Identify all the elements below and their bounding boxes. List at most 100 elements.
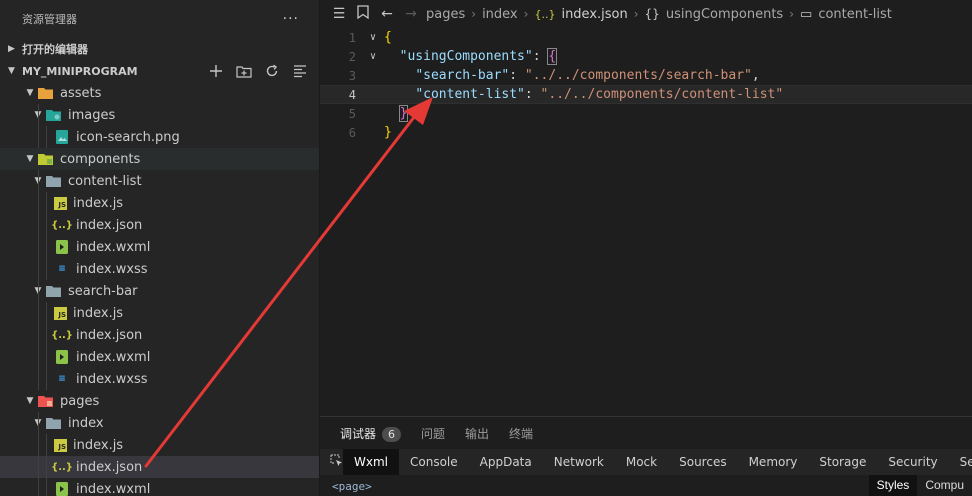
code-line: 2 ∨ "usingComponents": { xyxy=(320,47,972,66)
code-colon: : xyxy=(532,49,549,64)
line-number: 1 xyxy=(348,30,356,45)
breadcrumb-item-usingcomponents[interactable]: usingComponents xyxy=(666,7,783,22)
devtab-security[interactable]: Security xyxy=(877,449,948,475)
tree-label: content-list xyxy=(68,173,142,189)
tree-label: icon-search.png xyxy=(76,129,180,145)
code-key: "usingComponents" xyxy=(399,49,533,64)
forward-arrow-icon[interactable]: → xyxy=(402,6,420,22)
devtab-appdata[interactable]: AppData xyxy=(469,449,543,475)
breadcrumb-item-index[interactable]: index xyxy=(482,7,518,22)
tree-folder-assets[interactable]: ▼ assets xyxy=(0,82,319,104)
chevron-down-icon: ▼ xyxy=(8,66,15,76)
new-folder-icon[interactable] xyxy=(235,62,253,80)
explorer-header: 资源管理器 ··· xyxy=(0,0,319,38)
json-file-icon: {..} xyxy=(51,461,73,473)
tab-computed[interactable]: Compu xyxy=(917,475,972,496)
chevron-down-icon: ▼ xyxy=(26,88,34,98)
tree-folder-index[interactable]: ▼ index xyxy=(0,412,319,434)
code-line: 1 ∨ { xyxy=(320,28,972,47)
tree-file-index-wxss[interactable]: ≡ index.wxss xyxy=(0,368,319,390)
code-brace: { xyxy=(547,48,558,65)
devtab-sensor[interactable]: Sen xyxy=(949,449,972,475)
code-comma: , xyxy=(751,68,760,83)
tree-folder-search-bar[interactable]: ▼ search-bar xyxy=(0,280,319,302)
tree-folder-components[interactable]: ▼ components xyxy=(0,148,319,170)
components-folder-icon xyxy=(38,151,54,167)
tree-label: index.wxss xyxy=(76,371,148,387)
tree-file-index-json[interactable]: {..} index.json xyxy=(0,324,319,346)
tree-file-index-js[interactable]: JS index.js xyxy=(0,302,319,324)
open-editors-section[interactable]: ▶ 打开的编辑器 xyxy=(0,38,319,60)
code-line: 3 "search-bar": "../../components/search… xyxy=(320,66,972,85)
chevron-down-icon: ▼ xyxy=(26,396,34,406)
image-folder-icon xyxy=(46,107,62,123)
devtab-network[interactable]: Network xyxy=(543,449,615,475)
tree-file-index-json[interactable]: {..} index.json xyxy=(0,214,319,236)
tree-file-index-wxss[interactable]: ≡ index.wxss xyxy=(0,258,319,280)
explorer-sidebar: 资源管理器 ··· ▶ 打开的编辑器 ▼ MY_MINIPROGRAM ▼ as… xyxy=(0,0,320,496)
list-icon[interactable]: ☰ xyxy=(330,6,348,22)
tab-label: 调试器 xyxy=(340,426,377,441)
collapse-all-icon[interactable] xyxy=(291,62,309,80)
tree-file-index-wxml[interactable]: index.wxml xyxy=(0,236,319,258)
tree-file-index-js[interactable]: JS index.js xyxy=(0,192,319,214)
js-file-icon: JS xyxy=(54,196,67,210)
new-file-icon[interactable] xyxy=(207,62,225,80)
tree-label: index.json xyxy=(76,459,143,475)
devtab-memory[interactable]: Memory xyxy=(738,449,809,475)
tab-debugger[interactable]: 调试器 6 xyxy=(340,425,402,442)
tree-file-icon-search[interactable]: icon-search.png xyxy=(0,126,319,148)
refresh-icon[interactable] xyxy=(263,62,281,80)
tree-label: pages xyxy=(60,393,100,409)
fold-chevron-icon[interactable]: ∨ xyxy=(362,32,384,43)
devtools-tabs: Wxml Console AppData Network Mock Source… xyxy=(320,449,972,475)
code-area[interactable]: 1 ∨ { 2 ∨ "usingComponents": { 3 "search… xyxy=(320,28,972,142)
code-line: 5 } xyxy=(320,104,972,123)
back-arrow-icon[interactable]: ← xyxy=(378,6,396,22)
tree-folder-images[interactable]: ▼ images xyxy=(0,104,319,126)
pages-folder-icon xyxy=(38,393,54,409)
tab-styles[interactable]: Styles xyxy=(868,475,918,496)
tab-terminal[interactable]: 终端 xyxy=(509,425,533,442)
bookmark-icon[interactable] xyxy=(354,5,372,23)
code-brace: } xyxy=(398,105,409,122)
devtab-wxml[interactable]: Wxml xyxy=(343,449,399,475)
wxml-node-page[interactable]: <page> xyxy=(332,480,372,493)
code-key: "search-bar" xyxy=(415,68,510,83)
tree-file-index-wxml[interactable]: index.wxml xyxy=(0,478,319,496)
wxss-file-icon: ≡ xyxy=(58,264,66,274)
devtab-sources[interactable]: Sources xyxy=(668,449,737,475)
more-actions-icon[interactable]: ··· xyxy=(283,11,299,27)
tree-label: index.json xyxy=(76,217,143,233)
tab-output[interactable]: 输出 xyxy=(465,425,489,442)
chevron-right-icon: › xyxy=(633,7,639,21)
tree-file-index-json-selected[interactable]: {..} index.json xyxy=(0,456,319,478)
breadcrumb-item-pages[interactable]: pages xyxy=(426,7,465,22)
breadcrumb-item-content-list[interactable]: content-list xyxy=(818,7,892,22)
tree-label: assets xyxy=(60,85,102,101)
tree-file-index-wxml[interactable]: index.wxml xyxy=(0,346,319,368)
tree-folder-pages[interactable]: ▼ pages xyxy=(0,390,319,412)
tree-label: index xyxy=(68,415,104,431)
fold-chevron-icon[interactable]: ∨ xyxy=(362,51,384,62)
tree-label: index.wxss xyxy=(76,261,148,277)
tree-label: index.wxml xyxy=(76,349,151,365)
tree-label: index.wxml xyxy=(76,239,151,255)
line-number: 6 xyxy=(348,125,356,140)
devtab-console[interactable]: Console xyxy=(399,449,469,475)
js-file-icon: JS xyxy=(54,306,67,320)
line-number: 3 xyxy=(348,68,356,83)
devtab-storage[interactable]: Storage xyxy=(808,449,877,475)
project-section[interactable]: ▼ MY_MINIPROGRAM xyxy=(0,60,319,82)
image-file-icon xyxy=(54,129,70,145)
breadcrumb-item-file[interactable]: index.json xyxy=(561,7,627,22)
bottom-panel: 调试器 6 问题 输出 终端 Wxml Console AppData Netwo… xyxy=(320,416,972,496)
tree-file-index-js[interactable]: JS index.js xyxy=(0,434,319,456)
tree-folder-content-list[interactable]: ▼ content-list xyxy=(0,170,319,192)
tab-problems[interactable]: 问题 xyxy=(421,425,445,442)
inspect-element-icon[interactable] xyxy=(330,454,343,470)
folder-open-icon xyxy=(46,173,62,189)
devtab-mock[interactable]: Mock xyxy=(615,449,668,475)
